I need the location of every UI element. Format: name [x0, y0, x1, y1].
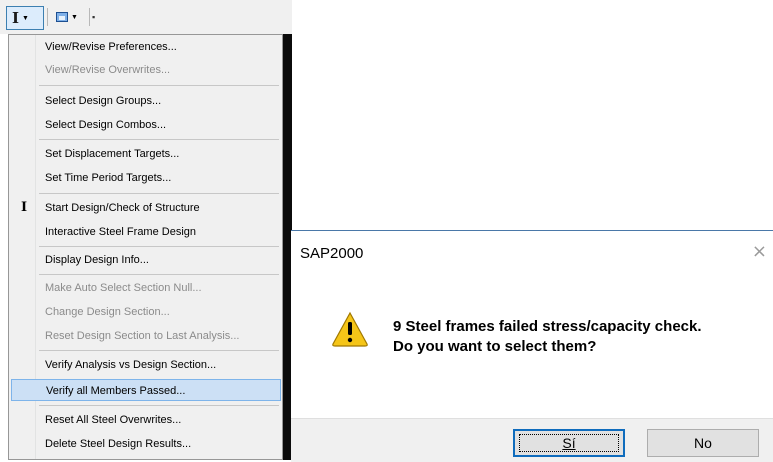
menu-item-label: View/Revise Preferences...	[45, 41, 177, 53]
display-dropdown-button[interactable]: ▼	[52, 6, 86, 28]
menu-item-label: Start Design/Check of Structure	[45, 202, 200, 214]
menu-item-start-design-check[interactable]: I Start Design/Check of Structure	[11, 197, 281, 219]
menu-item-view-revise-overwrites: View/Revise Overwrites...	[11, 59, 281, 81]
menu-item-reset-all-steel-overwrites[interactable]: Reset All Steel Overwrites...	[11, 409, 281, 431]
dialog-message-line-2: Do you want to select them?	[393, 338, 597, 355]
menu-item-label: Make Auto Select Section Null...	[45, 282, 202, 294]
menu-item-select-design-combos[interactable]: Select Design Combos...	[11, 114, 281, 136]
menu-item-set-displacement-targets[interactable]: Set Displacement Targets...	[11, 143, 281, 165]
menu-separator	[39, 193, 279, 194]
focus-rectangle	[519, 434, 619, 452]
menu-item-label: Select Design Groups...	[45, 95, 162, 107]
close-icon[interactable]: ×	[752, 241, 767, 262]
menu-separator	[39, 246, 279, 247]
menu-item-label: Verify Analysis vs Design Section...	[45, 359, 217, 371]
menu-item-label: Select Design Combos...	[45, 119, 167, 131]
menu-item-select-design-groups[interactable]: Select Design Groups...	[11, 90, 281, 112]
chevron-down-icon: ▼	[22, 14, 29, 22]
menu-item-label: Interactive Steel Frame Design	[45, 226, 197, 238]
menu-item-interactive-steel-frame-design[interactable]: Interactive Steel Frame Design	[11, 221, 281, 243]
menu-separator	[39, 405, 279, 406]
steel-i-beam-icon: I	[20, 200, 28, 215]
menu-item-verify-all-members-passed[interactable]: Verify all Members Passed...	[11, 379, 281, 401]
menu-item-make-auto-select-null: Make Auto Select Section Null...	[11, 277, 281, 299]
menu-item-display-design-info[interactable]: Display Design Info...	[11, 249, 281, 271]
menu-separator	[39, 274, 279, 275]
steel-i-beam-icon: I	[12, 9, 20, 27]
menu-item-set-time-period-targets[interactable]: Set Time Period Targets...	[11, 167, 281, 189]
toolbar-separator	[47, 8, 48, 26]
menu-item-label: Delete Steel Design Results...	[45, 438, 192, 450]
no-button-label: No	[694, 435, 712, 451]
menu-item-label: Set Time Period Targets...	[45, 172, 172, 184]
menu-item-label: Reset All Steel Overwrites...	[45, 414, 182, 426]
dialog-title: SAP2000	[300, 245, 364, 262]
menu-item-label: Verify all Members Passed...	[46, 385, 186, 397]
window-icon	[56, 12, 68, 22]
menu-separator	[39, 350, 279, 351]
toolbar-separator	[89, 8, 90, 26]
menu-separator	[39, 85, 279, 86]
menu-item-delete-steel-design-results[interactable]: Delete Steel Design Results...	[11, 433, 281, 455]
overflow-icon: ▪	[92, 12, 96, 22]
dialog-message: 9 Steel frames failed stress/capacity ch…	[393, 317, 702, 357]
steel-design-dropdown-button[interactable]: I ▼	[6, 6, 44, 30]
design-toolbar: I ▼ ▼ ▪	[0, 0, 292, 34]
toolbar-overflow-button[interactable]: ▪	[92, 6, 102, 28]
menu-item-change-design-section: Change Design Section...	[11, 301, 281, 323]
menu-separator	[39, 139, 279, 140]
chevron-down-icon: ▼	[71, 13, 78, 21]
menu-item-label: Display Design Info...	[45, 254, 149, 266]
dialog-message-line-1: 9 Steel frames failed stress/capacity ch…	[393, 318, 702, 335]
menu-item-label: View/Revise Overwrites...	[45, 64, 171, 76]
dialog-button-bar: Sí No	[291, 418, 773, 462]
sap2000-message-dialog: SAP2000 × 9 Steel frames failed stress/c…	[291, 230, 773, 462]
menu-item-verify-analysis-vs-design[interactable]: Verify Analysis vs Design Section...	[11, 354, 281, 376]
warning-icon	[332, 311, 368, 347]
menu-item-label: Reset Design Section to Last Analysis...	[45, 330, 240, 342]
yes-button[interactable]: Sí	[513, 429, 625, 457]
no-button[interactable]: No	[647, 429, 759, 457]
menu-item-label: Set Displacement Targets...	[45, 148, 180, 160]
menu-item-reset-design-section: Reset Design Section to Last Analysis...	[11, 325, 281, 347]
menu-item-view-revise-preferences[interactable]: View/Revise Preferences...	[11, 36, 281, 58]
menu-item-label: Change Design Section...	[45, 306, 170, 318]
steel-design-menu: View/Revise Preferences... View/Revise O…	[8, 34, 283, 460]
